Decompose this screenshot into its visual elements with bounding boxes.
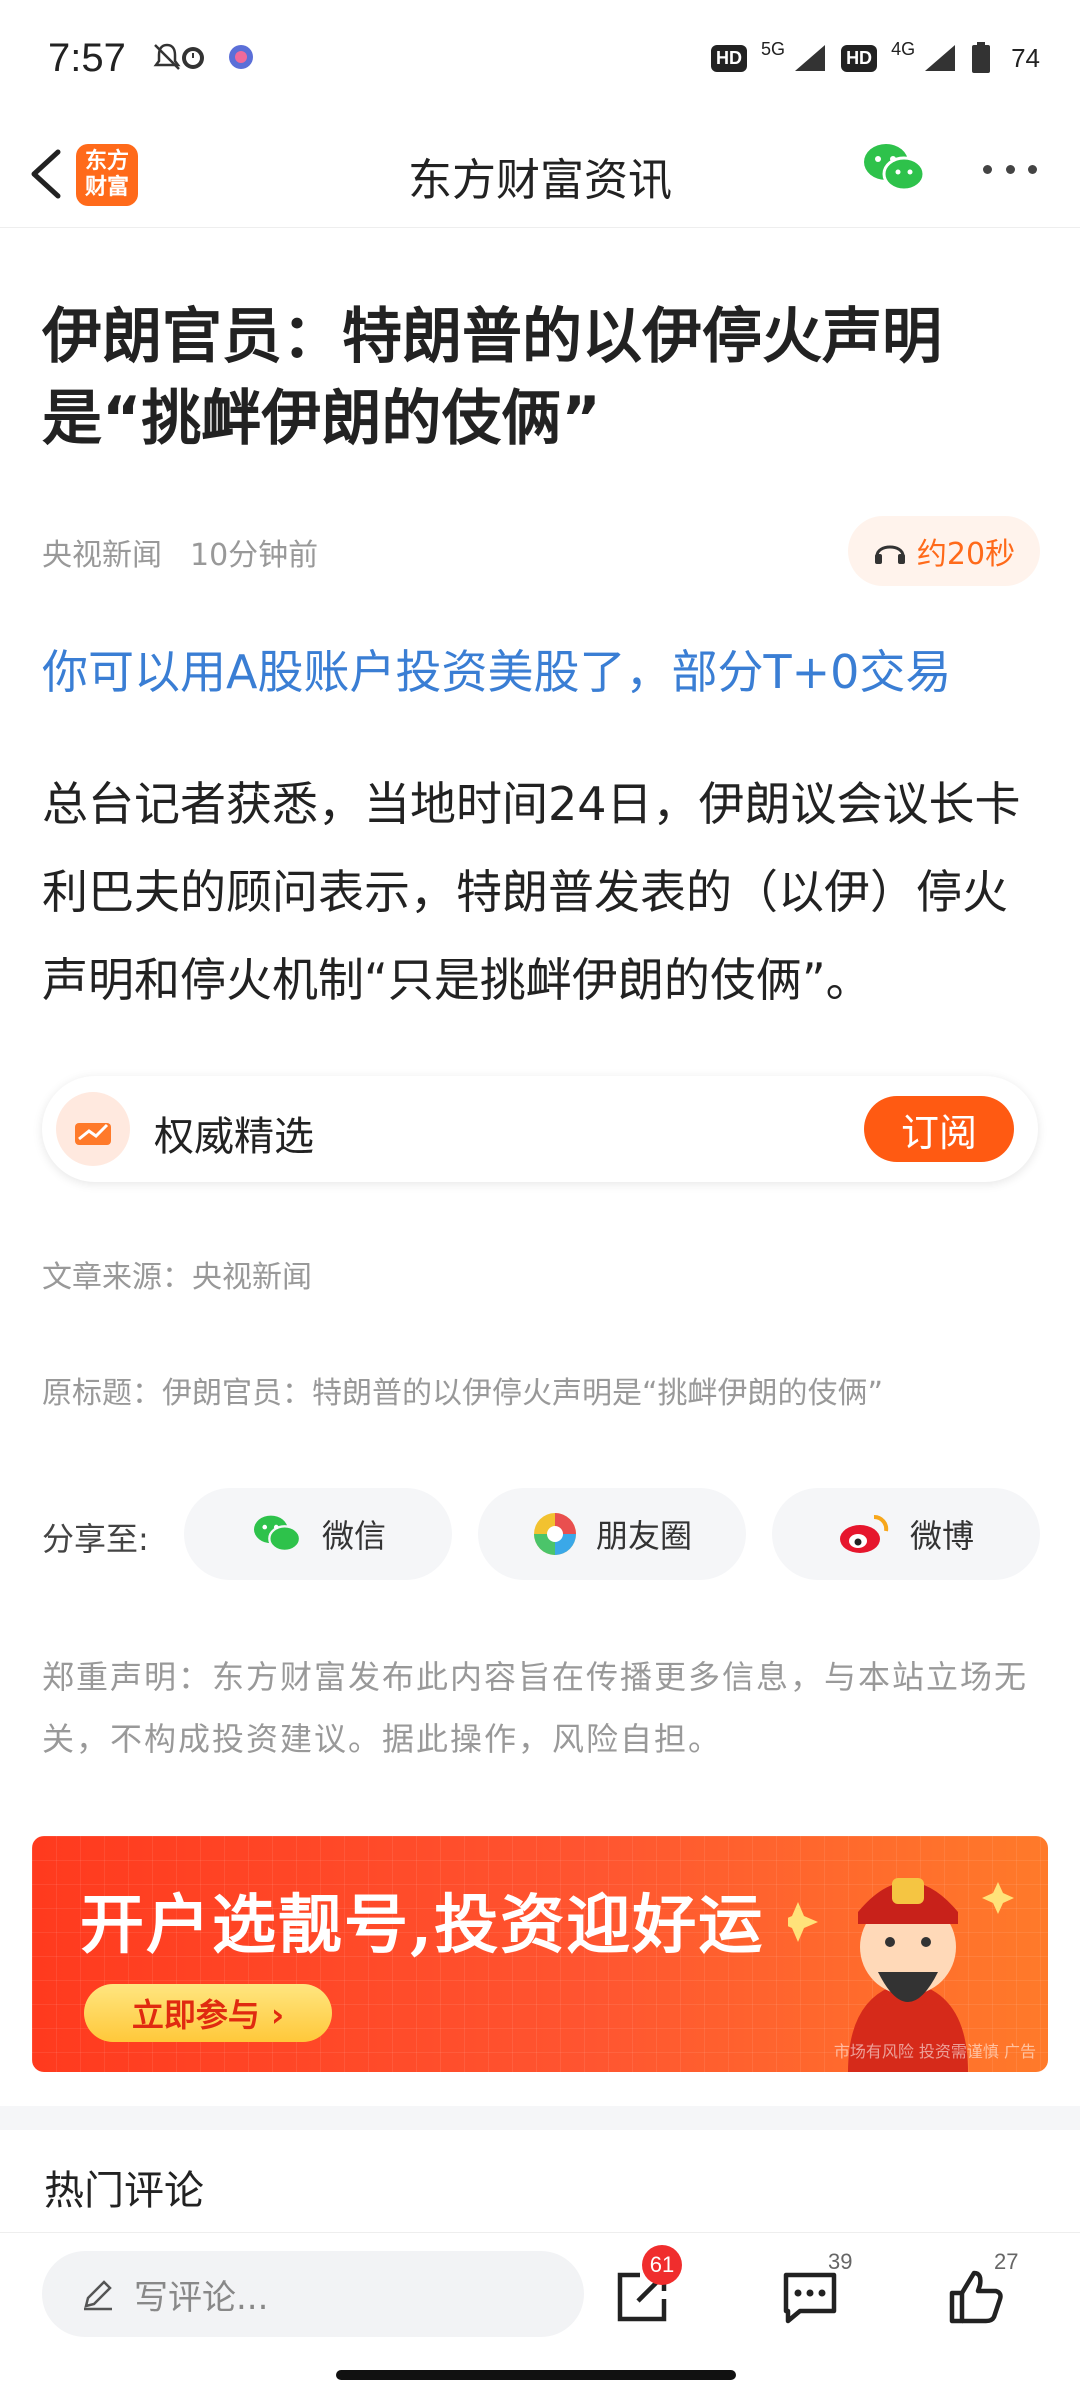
like-count: 27 xyxy=(994,2249,1019,2274)
channel-name: 权威精选 xyxy=(154,1114,314,1160)
banner-fine-print: 市场有风险 投资需谨慎 广告 xyxy=(833,2042,1036,2061)
status-bar: 7:57 HD 5G HD 4G 74 xyxy=(0,0,1080,120)
subscribe-button[interactable]: 订阅 xyxy=(864,1096,1014,1162)
network-5g-label: 5G xyxy=(761,38,786,59)
listen-duration: 约20秒 xyxy=(916,537,1016,572)
article-meta: 央视新闻 10分钟前 xyxy=(42,530,318,574)
moments-aperture-icon xyxy=(533,1513,576,1555)
alarm-icon xyxy=(182,47,204,69)
article-source[interactable]: 央视新闻 xyxy=(42,538,162,573)
comment-count: 39 xyxy=(828,2249,853,2274)
more-options-button[interactable] xyxy=(975,144,1045,194)
comment-action-button[interactable]: 39 xyxy=(770,2249,852,2337)
weibo-icon xyxy=(839,1514,889,1553)
disclaimer-text: 郑重声明：东方财富发布此内容旨在传播更多信息，与本站立场无关，不构成投资建议。据… xyxy=(42,1658,1029,1758)
hd-badge-2: HD xyxy=(841,44,878,72)
battery-level: 74 xyxy=(1011,42,1040,73)
headphones-icon xyxy=(874,545,905,564)
ad-banner[interactable]: 开户选靓号,投资迎好运 立即参与 › 市场有风险 投资需谨慎 广告 xyxy=(32,1836,1048,2072)
pencil-icon xyxy=(84,2280,112,2311)
signal-icon-2 xyxy=(925,45,956,71)
wechat-icon xyxy=(253,1515,302,1553)
hot-comments-heading: 热门评论 xyxy=(44,2168,204,2214)
comment-placeholder: 写评论... xyxy=(134,2277,269,2318)
wechat-share-icon[interactable] xyxy=(860,138,928,198)
listen-audio-button[interactable]: 约20秒 xyxy=(848,516,1040,586)
original-title-line: 原标题：伊朗官员：特朗普的以伊停火声明是“挑衅伊朗的伎俩” xyxy=(42,1376,884,1411)
network-4g-label: 4G xyxy=(891,38,916,59)
status-indicators: HD 5G HD 4G 74 xyxy=(711,36,1040,80)
article-body: 总台记者获悉，当地时间24日，伊朗议会议长卡利巴夫的顾问表示，特朗普发表的（以伊… xyxy=(42,777,1021,1007)
article-title: 伊朗官员：特朗普的以伊停火声明是“挑衅伊朗的伎俩” xyxy=(42,302,942,454)
comment-icon xyxy=(783,2272,837,2324)
share-count-badge: 61 xyxy=(642,2245,682,2285)
navigation-bar: 东方 财富 东方财富资讯 xyxy=(0,120,1080,228)
section-divider xyxy=(0,2106,1080,2130)
app-notification-icon xyxy=(229,45,253,69)
banner-cta-button[interactable]: 立即参与 › xyxy=(84,1984,332,2042)
thumbs-up-icon xyxy=(949,2270,1003,2324)
hd-badge: HD xyxy=(711,44,748,72)
share-wechat-button[interactable]: 微信 xyxy=(184,1488,452,1580)
dot-icon xyxy=(983,164,992,174)
channel-icon xyxy=(56,1092,130,1166)
share-wechat-label: 微信 xyxy=(321,1517,386,1555)
dot-icon xyxy=(1028,164,1037,174)
banner-headline: 开户选靓号,投资迎好运 xyxy=(80,1888,765,1963)
signal-icon xyxy=(795,45,826,71)
status-time: 7:57 xyxy=(48,36,126,80)
share-moments-label: 朋友圈 xyxy=(595,1517,692,1555)
share-moments-button[interactable]: 朋友圈 xyxy=(478,1488,746,1580)
dot-icon xyxy=(1005,164,1015,174)
like-action-button[interactable]: 27 xyxy=(936,2249,1018,2337)
share-weibo-label: 微博 xyxy=(909,1517,974,1555)
share-action-button[interactable]: 61 xyxy=(602,2245,682,2337)
share-label: 分享至: xyxy=(42,1520,149,1558)
trend-chart-icon xyxy=(75,1123,111,1145)
comment-input[interactable]: 写评论... xyxy=(42,2251,584,2337)
article-source-line: 文章来源：央视新闻 xyxy=(42,1260,312,1295)
share-weibo-button[interactable]: 微博 xyxy=(772,1488,1040,1580)
battery-icon xyxy=(972,42,991,73)
promo-link[interactable]: 你可以用A股账户投资美股了，部分T+0交易 xyxy=(42,636,951,702)
home-indicator[interactable] xyxy=(336,2370,736,2380)
article-time: 10分钟前 xyxy=(190,538,319,573)
subscribe-card[interactable]: 权威精选 订阅 xyxy=(42,1076,1038,1182)
